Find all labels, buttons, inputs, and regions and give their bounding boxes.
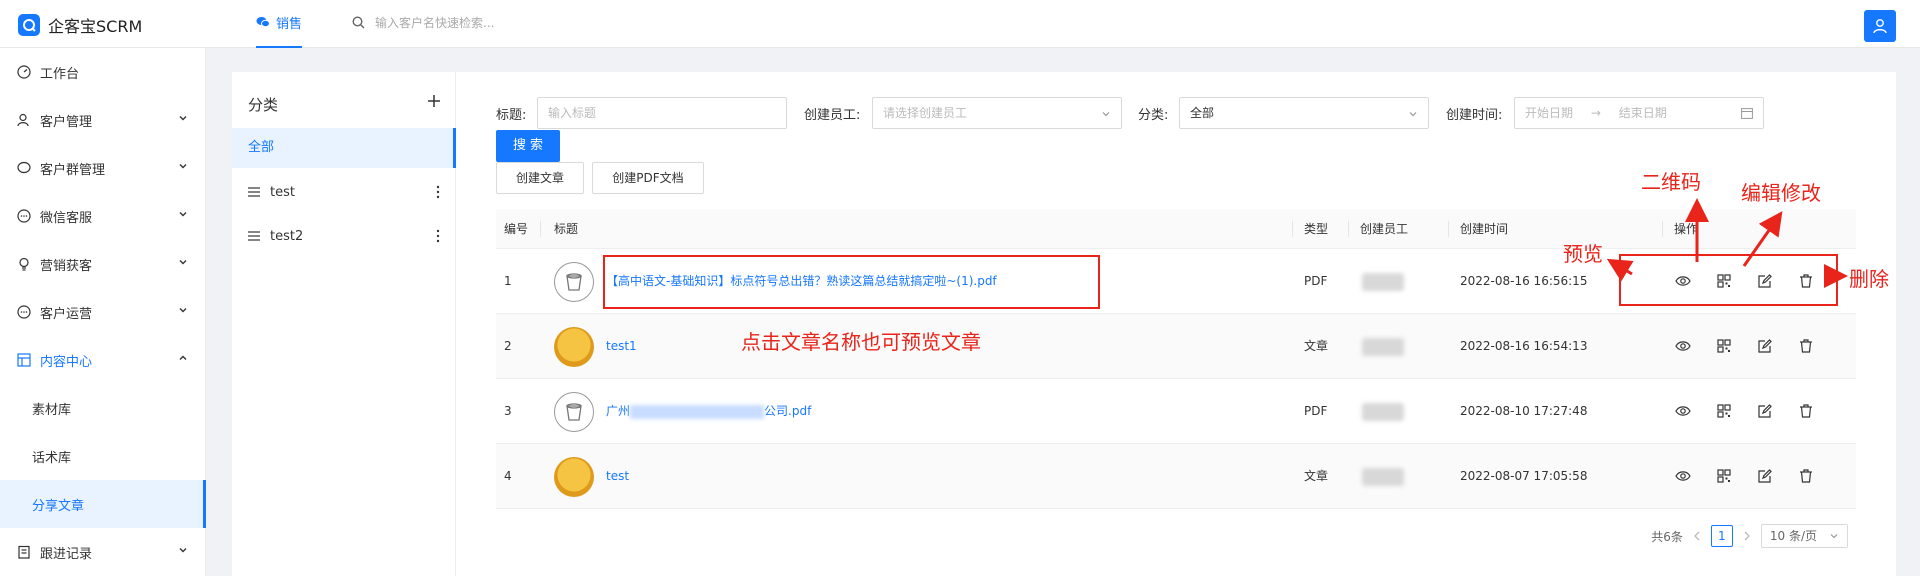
preview-arrow xyxy=(1606,258,1634,282)
edit-arrow xyxy=(1742,211,1783,267)
annotation-arrows xyxy=(1606,198,1848,288)
